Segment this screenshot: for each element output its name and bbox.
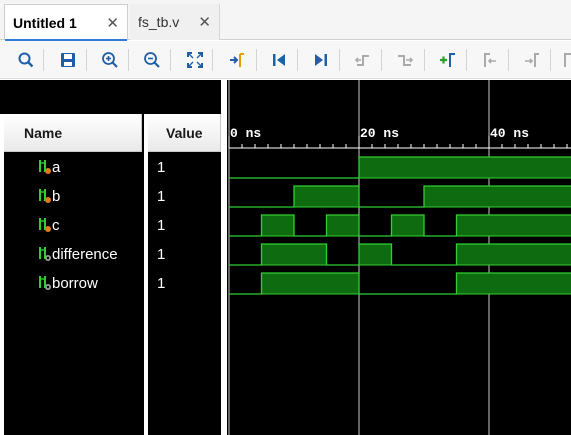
signal-row-b[interactable]: b 1 [4, 182, 221, 211]
more-tools-icon[interactable] [560, 50, 571, 70]
wave-high-segment [424, 157, 457, 178]
signal-row-c[interactable]: c 1 [4, 211, 221, 240]
add-marker-icon[interactable] [438, 50, 458, 70]
wave-high-segment [554, 215, 571, 236]
wave-high-segment [554, 244, 571, 265]
wave-high-segment [521, 244, 554, 265]
toolbar-separator [381, 49, 382, 71]
time-label-40: 40 ns [490, 126, 530, 141]
toolbar-separator [170, 49, 171, 71]
wave-high-segment [456, 157, 489, 178]
wave-high-segment [521, 273, 554, 294]
zoom-out-icon[interactable] [142, 50, 162, 70]
toolbar-separator [256, 49, 257, 71]
name-column-header[interactable]: Name [4, 114, 142, 152]
signal-name: difference [52, 246, 118, 263]
wave-high-segment [489, 273, 522, 294]
wave-high-segment [261, 244, 294, 265]
previous-marker-icon[interactable] [480, 50, 500, 70]
signal-name: borrow [52, 275, 98, 292]
input-port-icon [38, 188, 52, 204]
close-icon[interactable]: ✕ [106, 14, 119, 32]
wave-high-segment [359, 157, 392, 178]
output-port-icon [38, 275, 52, 291]
wave-high-segment [489, 186, 522, 207]
signal-name: b [52, 188, 61, 205]
tab-label: Untitled 1 [13, 14, 77, 31]
signal-value: 1 [157, 275, 166, 292]
next-marker-icon[interactable] [522, 50, 542, 70]
toolbar-separator [508, 49, 509, 71]
save-icon[interactable] [58, 50, 78, 70]
wave-high-segment [554, 157, 571, 178]
wave-high-segment [391, 157, 424, 178]
toolbar-separator [550, 49, 551, 71]
signal-value: 1 [157, 188, 166, 205]
previous-transition-icon[interactable] [353, 50, 373, 70]
toolbar-separator [339, 49, 340, 71]
tab-label: fs_tb.v [138, 14, 180, 30]
value-column-header[interactable]: Value [148, 114, 221, 152]
zoom-in-icon[interactable] [100, 50, 120, 70]
signal-value: 1 [157, 159, 166, 176]
time-label-20: 20 ns [360, 126, 400, 141]
signal-row-difference[interactable]: difference 1 [4, 240, 221, 269]
signal-value: 1 [157, 217, 166, 234]
go-to-cursor-icon[interactable] [227, 50, 247, 70]
wave-high-segment [554, 186, 571, 207]
next-transition-icon[interactable] [395, 50, 415, 70]
wave-high-segment [294, 273, 327, 294]
wave-high-segment [261, 215, 294, 236]
toolbar-separator [86, 49, 87, 71]
waveform-canvas[interactable]: 0 ns 20 ns 40 ns [227, 80, 571, 435]
output-port-icon [38, 246, 52, 262]
wave-high-segment [521, 215, 554, 236]
wave-high-segment [456, 273, 489, 294]
signal-name: a [52, 159, 61, 176]
wave-high-segment [554, 273, 571, 294]
wave-high-segment [489, 215, 522, 236]
toolbar-separator [466, 49, 467, 71]
zoom-fit-icon[interactable] [185, 50, 205, 70]
close-icon[interactable]: ✕ [198, 13, 211, 31]
input-port-icon [38, 217, 52, 233]
wave-high-segment [326, 186, 359, 207]
wave-high-segment [359, 244, 392, 265]
tab-untitled-1[interactable]: Untitled 1 ✕ [4, 4, 128, 42]
tab-bar: Untitled 1 ✕ fs_tb.v ✕ [0, 0, 571, 42]
wave-high-segment [261, 273, 294, 294]
wave-high-segment [326, 273, 359, 294]
toolbar-separator [212, 49, 213, 71]
input-port-icon [38, 159, 52, 175]
time-label-0: 0 ns [230, 126, 262, 141]
toolbar-separator [128, 49, 129, 71]
signal-row-borrow[interactable]: borrow 1 [4, 269, 221, 298]
toolbar-separator [297, 49, 298, 71]
tab-fs-tb-v[interactable]: fs_tb.v ✕ [130, 4, 220, 40]
wave-high-segment [521, 157, 554, 178]
wave-high-segment [294, 186, 327, 207]
search-icon[interactable] [16, 50, 36, 70]
signal-value: 1 [157, 246, 166, 263]
go-to-last-time-icon[interactable] [311, 50, 331, 70]
wave-high-segment [489, 244, 522, 265]
wave-high-segment [456, 244, 489, 265]
toolbar-separator [43, 49, 44, 71]
signal-row-a[interactable]: a 1 [4, 153, 221, 182]
signal-name: c [52, 217, 60, 234]
wave-high-segment [489, 157, 522, 178]
wave-high-segment [326, 215, 359, 236]
toolbar-separator [424, 49, 425, 71]
wave-high-segment [456, 186, 489, 207]
go-to-time-zero-icon[interactable] [269, 50, 289, 70]
wave-high-segment [456, 215, 489, 236]
wave-high-segment [521, 186, 554, 207]
wave-high-segment [424, 186, 457, 207]
waveform-toolbar [0, 41, 571, 79]
wave-high-segment [294, 244, 327, 265]
wave-high-segment [391, 215, 424, 236]
